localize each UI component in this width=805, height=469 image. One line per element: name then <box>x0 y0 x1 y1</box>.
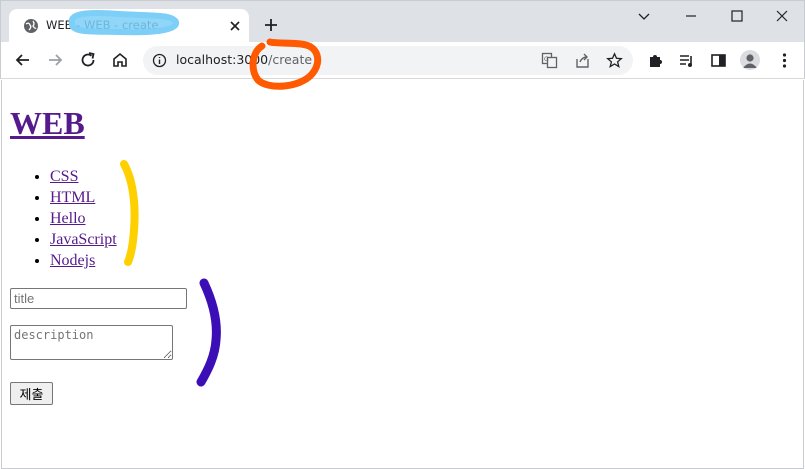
menu-icon[interactable] <box>776 52 793 69</box>
topic-list: CSS HTML Hello JavaScript Nodejs <box>10 166 117 271</box>
side-panel-icon[interactable] <box>710 52 727 69</box>
page-title: WEB <box>10 105 85 142</box>
list-item: HTML <box>50 187 117 208</box>
window-close-icon[interactable] <box>772 6 792 26</box>
home-link[interactable]: WEB <box>10 105 85 141</box>
address-bar[interactable]: localhost:3000/create G <box>143 46 633 75</box>
tab-title: WEB - WEB - create <box>46 18 159 32</box>
submit-button[interactable]: 제출 <box>10 382 53 405</box>
topic-link[interactable]: JavaScript <box>50 231 117 248</box>
share-icon[interactable] <box>574 52 591 69</box>
extensions-icon[interactable] <box>647 52 664 69</box>
list-item: JavaScript <box>50 229 117 250</box>
page-content: WEB CSS HTML Hello JavaScript Nodejs 제출 <box>1 80 804 469</box>
url-text[interactable]: localhost:3000/create <box>176 52 312 67</box>
tab-strip: WEB - WEB - create <box>0 0 805 43</box>
reload-icon[interactable] <box>79 51 97 69</box>
url-path: /create <box>268 52 313 67</box>
reading-list-icon[interactable] <box>678 52 695 69</box>
topic-link[interactable]: HTML <box>50 189 95 206</box>
minimize-icon[interactable] <box>681 6 701 26</box>
profile-icon[interactable] <box>740 50 760 70</box>
browser-tab[interactable]: WEB - WEB - create <box>9 9 249 43</box>
list-item: Nodejs <box>50 250 117 271</box>
plus-icon[interactable] <box>263 17 279 33</box>
list-item: CSS <box>50 166 117 187</box>
info-icon[interactable] <box>152 53 167 68</box>
globe-icon <box>24 19 38 33</box>
maximize-icon[interactable] <box>727 6 747 26</box>
forward-icon[interactable] <box>46 51 64 69</box>
topic-link[interactable]: Hello <box>50 210 86 227</box>
home-icon[interactable] <box>111 51 129 69</box>
translate-icon[interactable]: G <box>541 52 558 69</box>
avatar <box>743 54 757 68</box>
topic-link[interactable]: CSS <box>50 168 78 185</box>
list-item: Hello <box>50 208 117 229</box>
svg-text:G: G <box>544 56 549 63</box>
url-host: localhost:3000 <box>176 52 269 67</box>
title-input[interactable] <box>10 288 187 309</box>
description-textarea[interactable] <box>10 325 173 360</box>
star-icon[interactable] <box>606 52 623 69</box>
browser-toolbar: localhost:3000/create G <box>0 42 805 79</box>
back-icon[interactable] <box>14 51 32 69</box>
close-icon[interactable] <box>228 19 242 33</box>
topic-link[interactable]: Nodejs <box>50 252 95 269</box>
minimize-icon[interactable] <box>634 6 654 26</box>
